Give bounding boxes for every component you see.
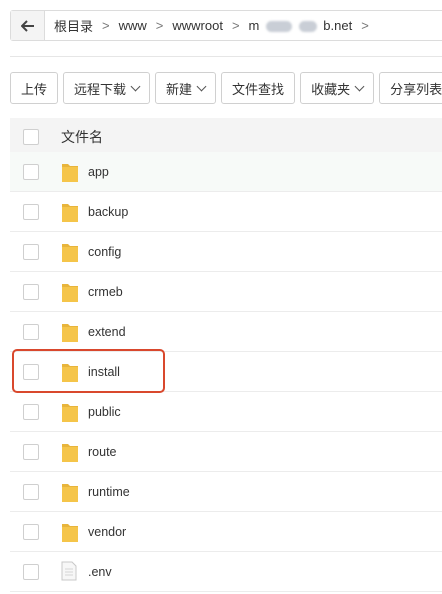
upload-button[interactable]: 上传: [10, 72, 59, 104]
row-checkbox[interactable]: [23, 483, 39, 500]
row-checkbox[interactable]: [23, 323, 39, 340]
file-name[interactable]: config: [88, 245, 121, 259]
row-checkbox[interactable]: [23, 523, 39, 540]
breadcrumb-www[interactable]: www: [119, 18, 147, 33]
row-checkbox[interactable]: [23, 163, 39, 180]
table-row[interactable]: route: [10, 432, 442, 472]
row-checkbox[interactable]: [23, 203, 39, 220]
share-list-label: 分享列表: [390, 81, 442, 97]
new-button[interactable]: 新建: [155, 72, 217, 104]
favorites-label: 收藏夹: [311, 81, 351, 97]
back-button[interactable]: [11, 11, 45, 40]
divider: [10, 56, 442, 57]
folder-icon: [61, 201, 79, 223]
breadcrumb: 根目录 > www > wwwroot > m b.net >: [45, 16, 378, 35]
redacted-text: [266, 21, 293, 33]
upload-label: 上传: [21, 81, 48, 97]
folder-icon: [61, 481, 79, 503]
file-name[interactable]: vendor: [88, 525, 126, 539]
table-header: 文件名: [10, 118, 442, 156]
path-bar: 根目录 > www > wwwroot > m b.net >: [10, 10, 442, 41]
folder-icon: [61, 161, 79, 183]
row-checkbox[interactable]: [23, 403, 39, 420]
file-name[interactable]: runtime: [88, 485, 130, 499]
table-row[interactable]: crmeb: [10, 272, 442, 312]
file-list: app backup config crmeb extend install public r…: [10, 152, 442, 592]
table-row[interactable]: app: [10, 152, 442, 192]
file-name[interactable]: extend: [88, 325, 126, 339]
new-label: 新建: [166, 81, 193, 97]
file-icon: [61, 561, 79, 583]
table-row[interactable]: runtime: [10, 472, 442, 512]
file-name[interactable]: app: [88, 165, 109, 179]
arrow-left-icon: [20, 19, 34, 32]
file-search-button[interactable]: 文件查找: [221, 72, 296, 104]
file-name[interactable]: public: [88, 405, 121, 419]
table-row[interactable]: vendor: [10, 512, 442, 552]
breadcrumb-current-prefix: m: [248, 18, 260, 33]
chevron-down-icon: [354, 81, 365, 92]
table-row[interactable]: .env: [10, 552, 442, 592]
folder-icon: [61, 241, 79, 263]
file-name[interactable]: .env: [88, 565, 112, 579]
chevron-down-icon: [130, 81, 141, 92]
chevron-down-icon: [196, 81, 207, 92]
row-checkbox[interactable]: [23, 563, 39, 580]
file-name[interactable]: install: [88, 365, 120, 379]
file-name[interactable]: route: [88, 445, 117, 459]
folder-icon: [61, 281, 79, 303]
table-row[interactable]: public: [10, 392, 442, 432]
breadcrumb-current-suffix: b.net: [323, 18, 353, 33]
table-row[interactable]: extend: [10, 312, 442, 352]
breadcrumb-root[interactable]: 根目录: [54, 16, 93, 35]
remote-download-button[interactable]: 远程下载: [63, 72, 151, 104]
chevron-right-icon: >: [361, 18, 369, 33]
folder-icon: [61, 441, 79, 463]
file-toolbar: 上传 远程下载 新建 文件查找 收藏夹 分享列表: [10, 72, 442, 104]
chevron-right-icon: >: [102, 18, 110, 33]
share-list-button[interactable]: 分享列表: [379, 72, 442, 104]
row-checkbox[interactable]: [23, 443, 39, 460]
table-row[interactable]: backup: [10, 192, 442, 232]
file-search-label: 文件查找: [232, 81, 285, 97]
row-checkbox[interactable]: [23, 363, 39, 380]
breadcrumb-current-site[interactable]: m b.net: [249, 18, 353, 33]
remote-download-label: 远程下载: [74, 81, 127, 97]
row-checkbox[interactable]: [23, 243, 39, 260]
folder-icon: [61, 521, 79, 543]
folder-icon: [61, 401, 79, 423]
table-row[interactable]: config: [10, 232, 442, 272]
column-header-filename[interactable]: 文件名: [61, 127, 103, 147]
row-checkbox[interactable]: [23, 283, 39, 300]
redacted-text: [298, 21, 317, 33]
file-name[interactable]: crmeb: [88, 285, 123, 299]
chevron-right-icon: >: [155, 18, 164, 33]
table-row[interactable]: install: [10, 352, 442, 392]
chevron-right-icon: >: [231, 18, 240, 33]
favorites-button[interactable]: 收藏夹: [300, 72, 375, 104]
breadcrumb-wwwroot[interactable]: wwwroot: [172, 18, 223, 33]
file-name[interactable]: backup: [88, 205, 128, 219]
folder-icon: [61, 361, 79, 383]
folder-icon: [61, 321, 79, 343]
select-all-checkbox[interactable]: [23, 129, 39, 145]
